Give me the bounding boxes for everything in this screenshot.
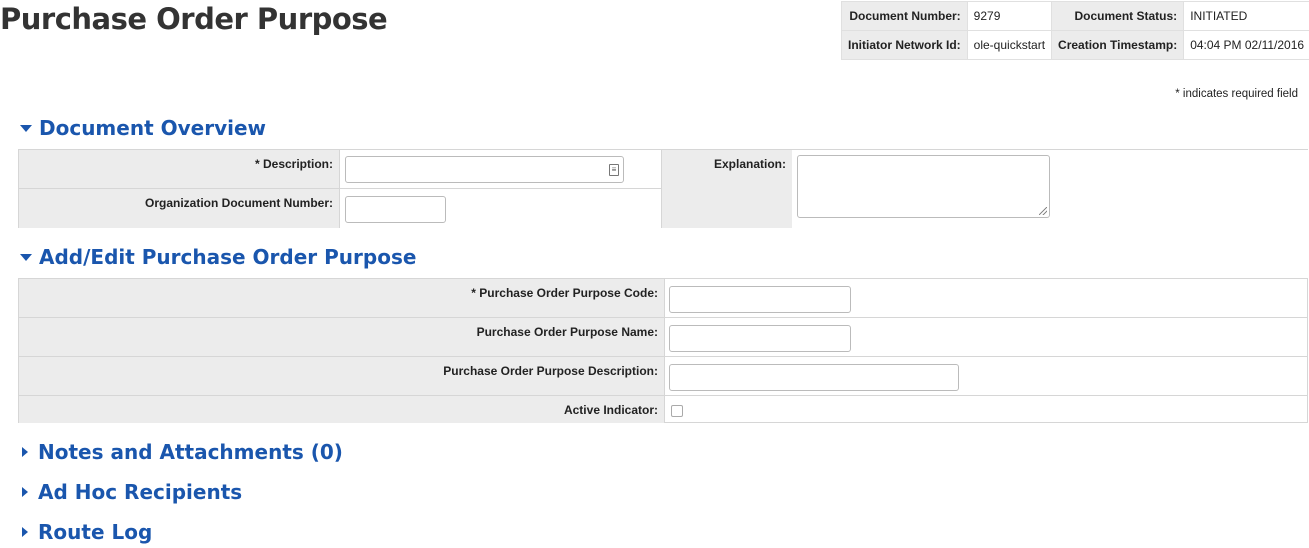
divider [339,150,340,228]
section-toggle-add-edit[interactable]: Add/Edit Purchase Order Purpose [18,245,416,269]
po-purpose-code-input[interactable] [669,286,851,313]
po-purpose-name-label: Purchase Order Purpose Name: [19,318,664,357]
active-indicator-label: Active Indicator: [19,396,664,423]
po-purpose-description-input[interactable] [669,364,959,391]
timestamp-label: Creation Timestamp: [1051,30,1185,60]
initiator-value: ole-quickstart [966,30,1053,60]
triangle-down-icon [20,124,32,132]
triangle-right-icon [22,487,28,497]
explanation-label: Explanation: [661,150,792,228]
po-purpose-name-input[interactable] [669,325,851,352]
section-title-route-log: Route Log [38,520,153,544]
doc-number-value: 9279 [966,1,1053,31]
timestamp-value: 04:04 PM 02/11/2016 [1183,30,1309,60]
org-doc-number-label: Organization Document Number: [19,189,339,228]
active-indicator-checkbox[interactable] [671,405,683,417]
section-toggle-document-overview[interactable]: Document Overview [18,116,266,140]
po-purpose-description-label: Purchase Order Purpose Description: [19,357,664,396]
doc-status-label: Document Status: [1051,1,1185,31]
section-title-notes-attachments: Notes and Attachments (0) [38,440,343,464]
triangle-right-icon [22,447,28,457]
po-purpose-code-label: * Purchase Order Purpose Code: [19,279,664,318]
divider [19,188,661,189]
triangle-right-icon [22,527,28,537]
description-input[interactable]: ≡ [345,156,624,183]
section-toggle-route-log[interactable]: Route Log [18,520,152,544]
section-title-document-overview: Document Overview [39,116,267,140]
document-overview-panel: * Description: ≡ Organization Document N… [18,149,1308,228]
document-header-info: Document Number: 9279 Document Status: I… [841,1,1309,60]
required-field-note: * indicates required field [1175,88,1298,100]
add-edit-panel: * Purchase Order Purpose Code: Purchase … [18,278,1308,423]
triangle-down-icon [20,253,32,261]
section-toggle-notes-attachments[interactable]: Notes and Attachments (0) [18,440,343,464]
doc-number-label: Document Number: [841,1,968,31]
section-toggle-adhoc-recipients[interactable]: Ad Hoc Recipients [18,480,242,504]
lookup-icon[interactable]: ≡ [609,164,619,176]
description-label: * Description: [19,150,339,189]
explanation-textarea[interactable] [797,155,1050,218]
section-title-adhoc-recipients: Ad Hoc Recipients [38,480,243,504]
doc-status-value: INITIATED [1183,1,1309,31]
org-doc-number-input[interactable] [345,196,446,223]
resize-handle-icon[interactable] [1039,207,1047,215]
divider [664,279,665,423]
divider [661,150,662,228]
page-title: Purchase Order Purpose [0,2,388,36]
section-title-add-edit: Add/Edit Purchase Order Purpose [39,245,417,269]
initiator-label: Initiator Network Id: [841,30,968,60]
